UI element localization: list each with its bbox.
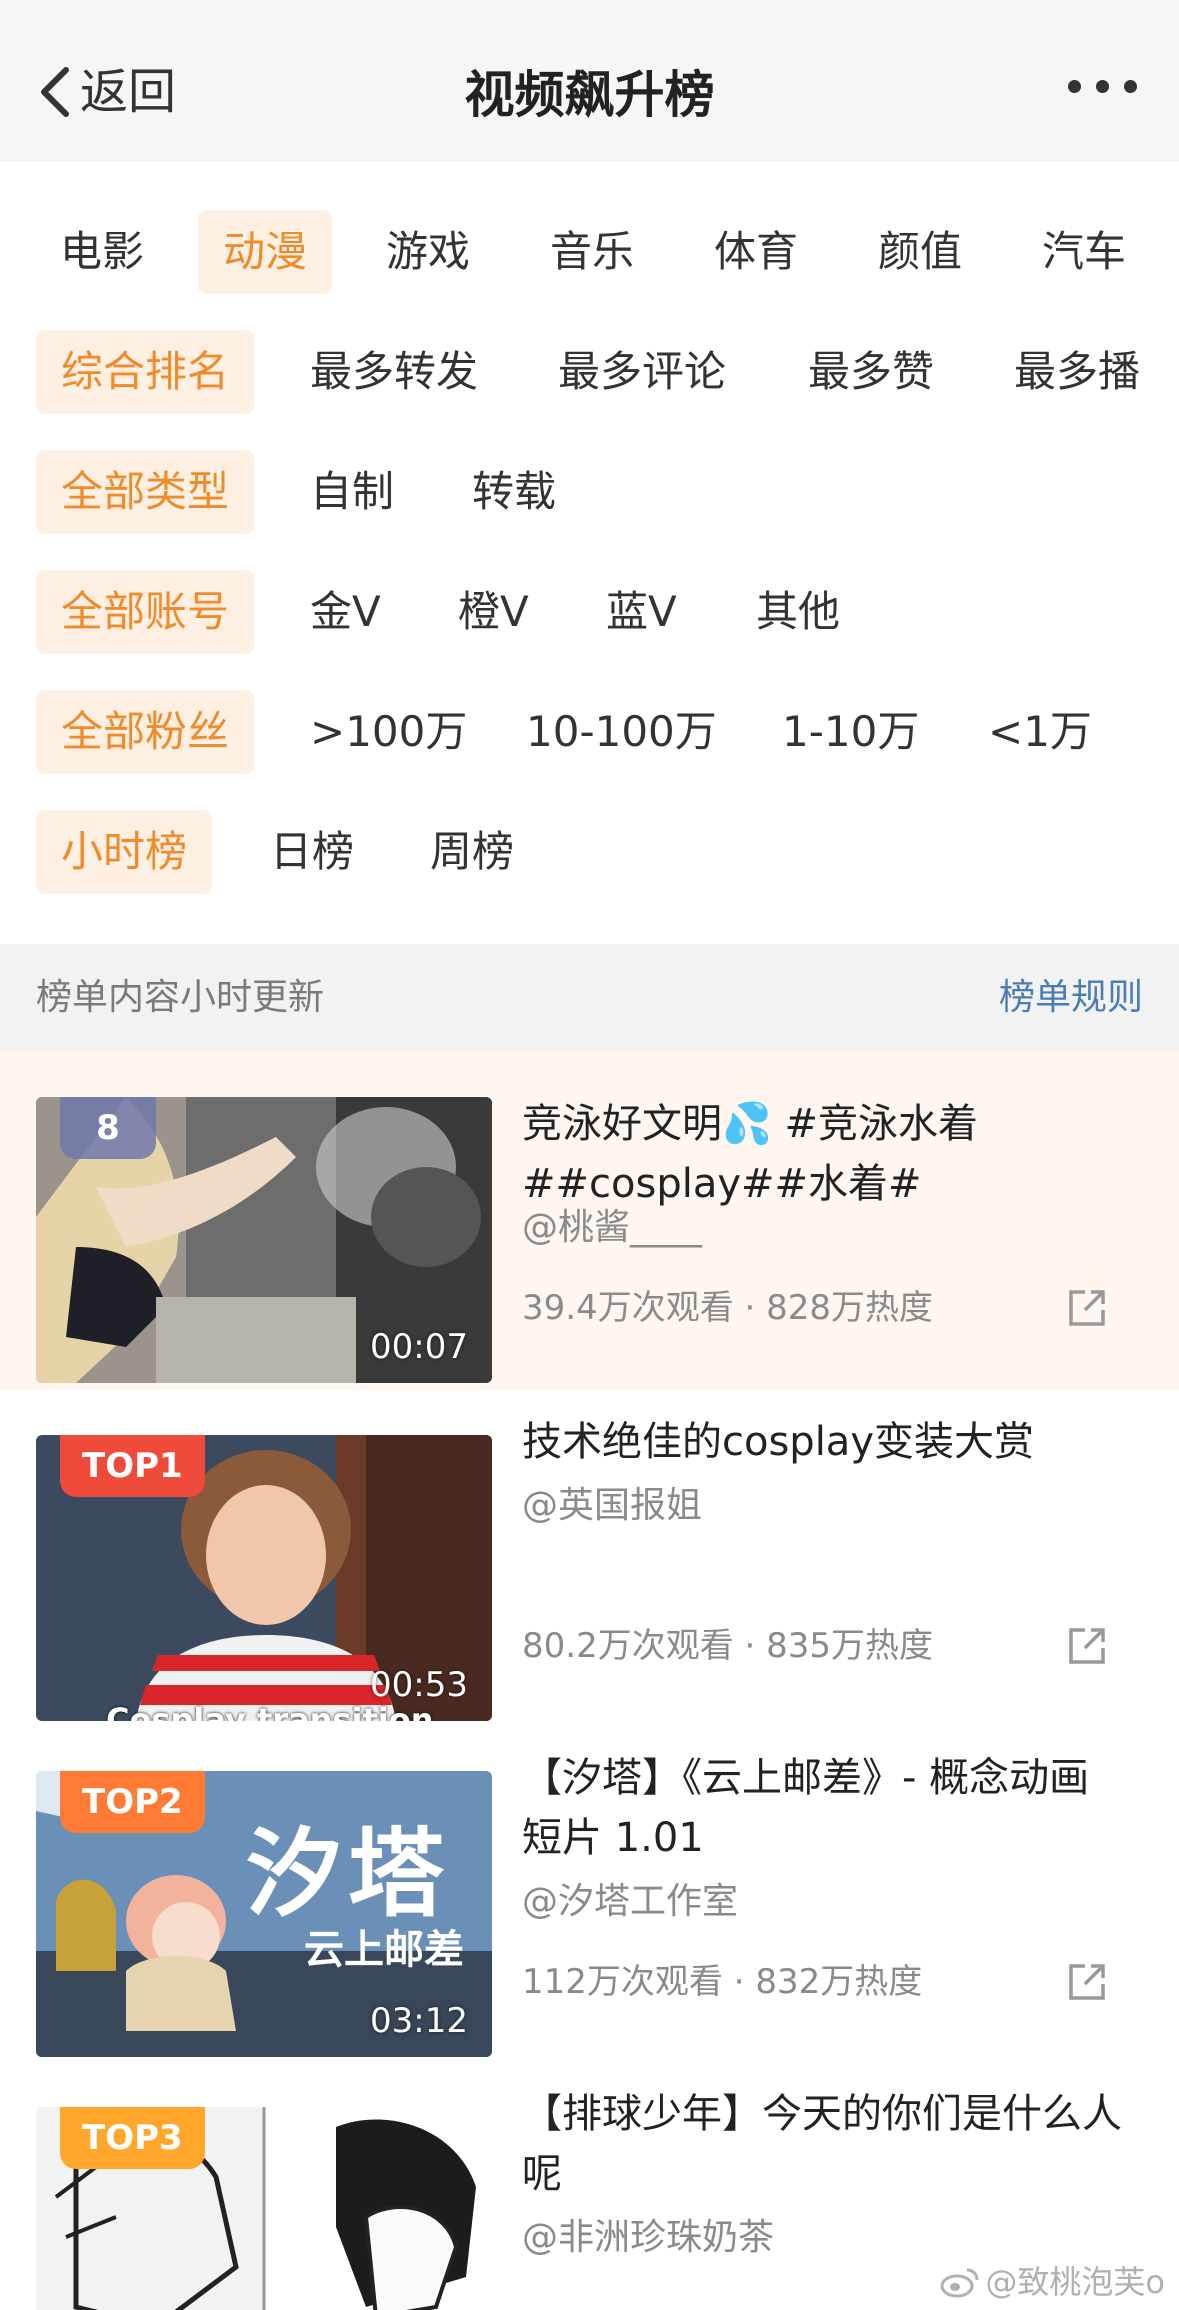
filter-most-plays[interactable]: 最多播 [1014,330,1140,414]
share-icon[interactable] [1065,1960,1109,2004]
view-count: 80.2万次观看 [522,1626,734,1666]
view-count: 39.4万次观看 [522,1288,734,1328]
sort-filter-row: 综合排名 最多转发 最多评论 最多赞 最多播 [0,330,1179,414]
list-item[interactable]: 汐塔 云上邮差 TOP2 03:12 【汐塔】《云上邮差》- 概念动画短片 1.… [0,1726,1179,2064]
video-title[interactable]: 【汐塔】《云上邮差》- 概念动画短片 1.01 [522,1748,1122,1868]
filter-all-accounts[interactable]: 全部账号 [36,570,255,654]
filter-all-types[interactable]: 全部类型 [36,450,255,534]
ranking-rules-link[interactable]: 榜单规则 [999,974,1143,1022]
filter-gold-v[interactable]: 金V [310,570,381,654]
filter-most-shared[interactable]: 最多转发 [310,330,478,414]
video-thumbnail[interactable]: TOP1 00:53 Cosplay transition [36,1435,492,1721]
type-filter-row: 全部类型 自制 转载 [0,450,1179,534]
weibo-logo-icon [940,2268,979,2298]
more-options-icon[interactable] [1068,80,1137,93]
video-duration: 00:53 [370,1665,468,1705]
filter-original[interactable]: 自制 [310,450,394,534]
video-stats: 80.2万次观看 · 835万热度 [522,1622,933,1670]
rank-badge: TOP2 [60,1771,205,1833]
filter-daily[interactable]: 日榜 [270,810,354,894]
thumbnail-caption: Cosplay transition [106,1701,434,1721]
rank-badge: TOP1 [60,1435,205,1497]
tab-movie[interactable]: 电影 [60,210,144,294]
video-stats: 39.4万次观看 · 828万热度 [522,1284,933,1332]
watermark-text: @致桃泡芙o [985,2263,1165,2301]
filter-repost[interactable]: 转载 [472,450,556,534]
video-author[interactable]: @汐塔工作室 [522,1878,738,1926]
thumbnail-title: 汐塔 [246,1818,450,1930]
filter-fans-10k-100k[interactable]: 1-10万 [782,690,919,774]
video-author[interactable]: @英国报姐 [522,1482,702,1530]
video-thumbnail[interactable]: 8 00:07 [36,1097,492,1383]
view-count: 112万次观看 [522,1962,723,2002]
tab-games[interactable]: 游戏 [386,210,470,294]
tab-sports[interactable]: 体育 [714,210,798,294]
list-item[interactable]: 8 00:07 竞泳好文明💦 #竞泳水着##cosplay##水着# @桃酱__… [0,1052,1179,1390]
filter-overall-rank[interactable]: 综合排名 [36,330,255,414]
filter-fans-over-1m[interactable]: >100万 [310,690,467,774]
filter-other[interactable]: 其他 [756,570,840,654]
video-title[interactable]: 竞泳好文明💦 #竞泳水着##cosplay##水着# [522,1094,1122,1214]
heat-count: 832万热度 [755,1962,923,2002]
share-icon[interactable] [1065,1286,1109,1330]
filter-blue-v[interactable]: 蓝V [606,570,677,654]
heat-count: 835万热度 [766,1626,934,1666]
thumbnail-subtitle: 云上邮差 [304,1927,464,1973]
tab-anime[interactable]: 动漫 [198,210,333,294]
update-note: 榜单内容小时更新 [36,977,325,1018]
list-item[interactable]: TOP1 00:53 Cosplay transition 技术绝佳的cospl… [0,1390,1179,1728]
filter-weekly[interactable]: 周榜 [430,810,514,894]
account-filter-row: 全部账号 金V 橙V 蓝V 其他 [0,570,1179,654]
video-title[interactable]: 技术绝佳的cosplay变装大赏 [522,1412,1122,1472]
stats-separator: · [744,1626,756,1666]
video-duration: 03:12 [370,2001,468,2041]
filter-panel: 电影 动漫 游戏 音乐 体育 颜值 汽车 综合排名 最多转发 最多评论 最多赞 … [0,162,1179,944]
page-title: 视频飙升榜 [464,66,715,124]
stats-separator: · [733,1962,745,2002]
update-info-bar: 榜单内容小时更新 榜单规则 [0,944,1179,1052]
filter-orange-v[interactable]: 橙V [458,570,529,654]
share-icon[interactable] [1065,1624,1109,1668]
rank-badge: TOP3 [60,2107,205,2169]
video-title-text: 竞泳好文明 [522,1101,722,1147]
video-author[interactable]: @桃酱____ [522,1204,702,1252]
tab-cars[interactable]: 汽车 [1042,210,1126,294]
video-thumbnail[interactable]: TOP3 [36,2107,492,2310]
filter-all-fans[interactable]: 全部粉丝 [36,690,255,774]
video-title[interactable]: 【排球少年】今天的你们是什么人呢 [522,2084,1122,2204]
nav-bar: 返回 视频飙升榜 [0,0,1179,162]
fans-filter-row: 全部粉丝 >100万 10-100万 1-10万 <1万 [0,690,1179,774]
video-duration: 00:07 [370,1327,468,1367]
stats-separator: · [744,1288,756,1328]
tab-music[interactable]: 音乐 [550,210,634,294]
filter-hourly[interactable]: 小时榜 [36,810,213,894]
rank-badge: 8 [60,1097,156,1159]
weibo-watermark: @致桃泡芙o [939,2262,1165,2302]
video-thumbnail[interactable]: 汐塔 云上邮差 TOP2 03:12 [36,1771,492,2057]
video-stats: 112万次观看 · 832万热度 [522,1958,922,2006]
filter-most-comments[interactable]: 最多评论 [558,330,726,414]
category-tabs: 电影 动漫 游戏 音乐 体育 颜值 汽车 [0,210,1179,294]
heat-count: 828万热度 [766,1288,934,1328]
video-author[interactable]: @非洲珍珠奶茶 [522,2214,774,2262]
filter-most-likes[interactable]: 最多赞 [808,330,934,414]
filter-fans-100k-1m[interactable]: 10-100万 [526,690,717,774]
sweat-droplets-emoji: 💦 [722,1101,772,1147]
filter-fans-under-10k[interactable]: <1万 [988,690,1092,774]
period-filter-row: 小时榜 日榜 周榜 [0,810,1179,894]
tab-looks[interactable]: 颜值 [878,210,962,294]
